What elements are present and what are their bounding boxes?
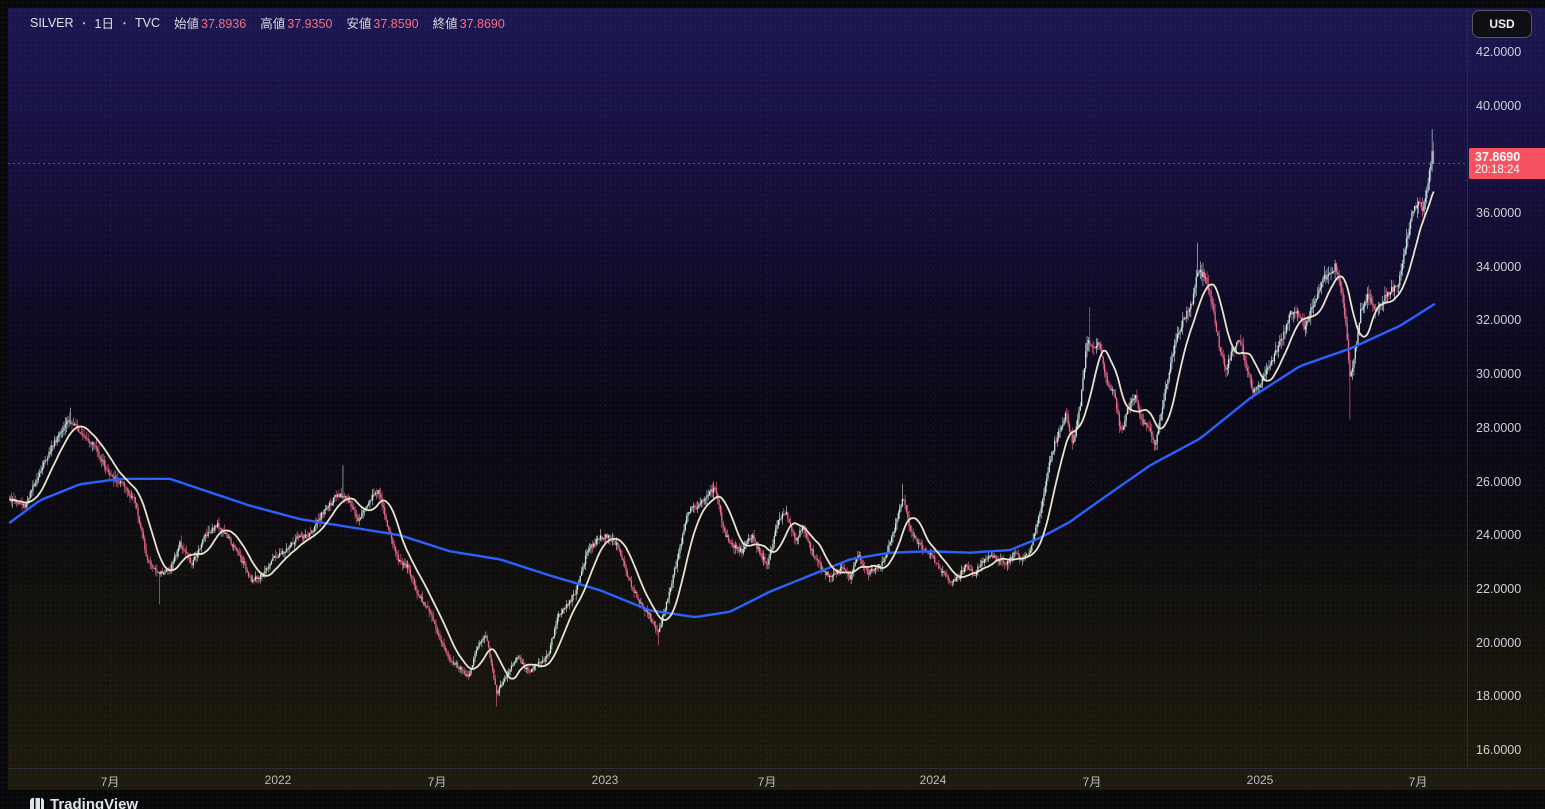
price-axis-label: 36.0000	[1476, 206, 1522, 221]
close-pair: 終値 37.8690	[433, 13, 505, 32]
open-value: 37.8936	[201, 17, 247, 31]
last-price-badge: 37.8690 20:18:24	[1469, 147, 1545, 179]
high-label: 高値	[260, 17, 286, 31]
time-axis-label: 7月	[100, 775, 120, 789]
symbol-legend[interactable]: SILVER ・ 1日 ・ TVC 始値 37.8936 高値 37.9350 安値…	[30, 13, 505, 32]
close-label: 終値	[432, 17, 458, 31]
open-pair: 始値 37.8936	[174, 13, 246, 32]
high-pair: 高値 37.9350	[260, 13, 332, 32]
tradingview-logo-icon	[30, 798, 44, 809]
last-price-value: 37.8690	[1475, 149, 1521, 164]
price-axis-label: 40.0000	[1476, 98, 1522, 113]
price-axis-label: 24.0000	[1476, 528, 1522, 543]
price-axis-label: 42.0000	[1476, 45, 1522, 59]
low-label: 安値	[346, 17, 372, 31]
low-value: 37.8590	[373, 17, 419, 31]
trading-chart-page: SILVER ・ 1日 ・ TVC 始値 37.8936 高値 37.9350 安値…	[0, 0, 1545, 809]
high-value: 37.9350	[287, 17, 333, 31]
candlestick-chart-canvas[interactable]	[8, 8, 1465, 768]
close-value: 37.8690	[459, 17, 505, 31]
price-axis-label: 22.0000	[1476, 581, 1522, 596]
price-axis-label: 28.0000	[1476, 420, 1522, 435]
tradingview-logo[interactable]: TradingView	[30, 797, 138, 809]
price-axis-label: 34.0000	[1476, 259, 1522, 274]
separator-dot: ・	[119, 17, 130, 30]
exchange-label: TVC	[135, 15, 160, 30]
separator-dot: ・	[78, 17, 90, 30]
bottom-bar: TradingView	[0, 790, 1545, 809]
bar-countdown: 20:18:24	[1475, 163, 1520, 176]
time-axis-label: 2025	[1246, 773, 1274, 787]
price-axis-label: 26.0000	[1476, 474, 1522, 489]
currency-button[interactable]: USD	[1472, 10, 1532, 38]
time-axis-label: 2024	[919, 773, 947, 787]
time-axis[interactable]: 7月 2022 7月 2023 7月 2024 7月 2025 7月	[8, 768, 1545, 791]
price-axis-label: 20.0000	[1476, 635, 1522, 650]
price-axis[interactable]: USD 37.8690 20:18:24 42.000040.000038.00…	[1467, 8, 1545, 768]
time-axis-label: 2023	[591, 773, 619, 787]
time-axis-label: 7月	[427, 775, 447, 789]
time-axis-label: 7月	[1082, 775, 1102, 789]
time-axis-label: 2022	[264, 773, 292, 787]
tradingview-logo-text: TradingView	[50, 796, 139, 809]
time-axis-label: 7月	[757, 775, 777, 789]
price-axis-label: 16.0000	[1476, 742, 1522, 757]
open-label: 始値	[174, 17, 200, 31]
time-axis-label: 7月	[1408, 775, 1428, 789]
price-axis-label: 30.0000	[1476, 367, 1522, 382]
low-pair: 安値 37.8590	[346, 13, 418, 32]
symbol-name: SILVER	[30, 15, 74, 30]
price-axis-label: 18.0000	[1476, 689, 1522, 704]
interval-label: 1日	[94, 17, 114, 31]
price-axis-label: 32.0000	[1476, 313, 1522, 328]
